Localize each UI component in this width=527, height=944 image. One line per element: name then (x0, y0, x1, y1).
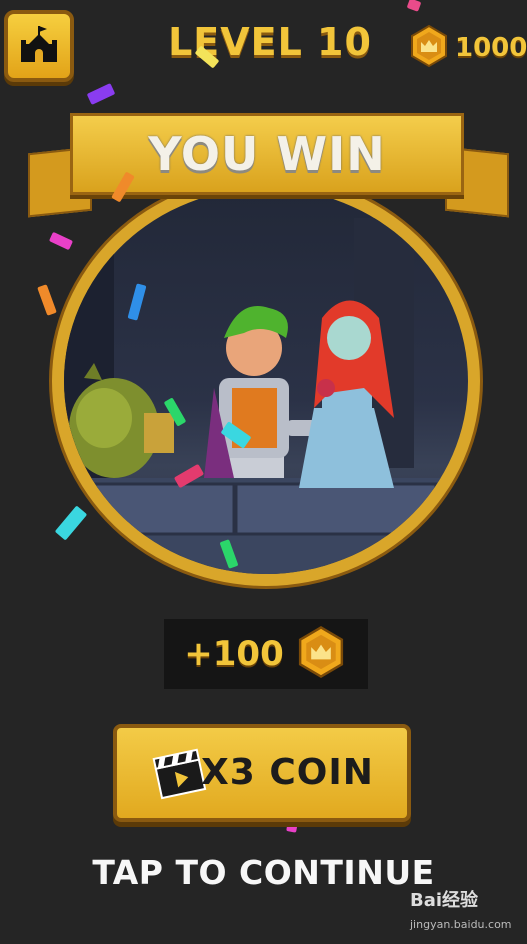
reward-panel: +100 (164, 619, 368, 689)
x3-coin-label: X3 COIN (201, 752, 374, 793)
coin-total-value: 1000 (455, 33, 527, 63)
you-win-title: YOU WIN (148, 127, 386, 181)
watermark-logo: Bai经验 (410, 890, 479, 911)
confetti-piece (406, 0, 422, 12)
reward-amount: +100 (184, 634, 284, 674)
clapperboard-icon (151, 744, 207, 804)
watermark-url: jingyan.baidu.com (410, 918, 512, 931)
home-button[interactable] (4, 10, 74, 82)
victory-scene-frame (52, 176, 480, 586)
castle-icon (17, 22, 61, 70)
level-title: LEVEL 10 (168, 20, 372, 64)
victory-scene (64, 188, 468, 574)
confetti-piece (37, 284, 57, 316)
watch-ad-x3-coin-button[interactable]: X3 COIN (113, 724, 411, 822)
crown-coin-icon (407, 24, 451, 72)
confetti-piece (86, 83, 116, 105)
crown-coin-icon (294, 625, 348, 683)
coin-counter: 1000 (407, 24, 527, 72)
princess-figure (299, 300, 394, 488)
